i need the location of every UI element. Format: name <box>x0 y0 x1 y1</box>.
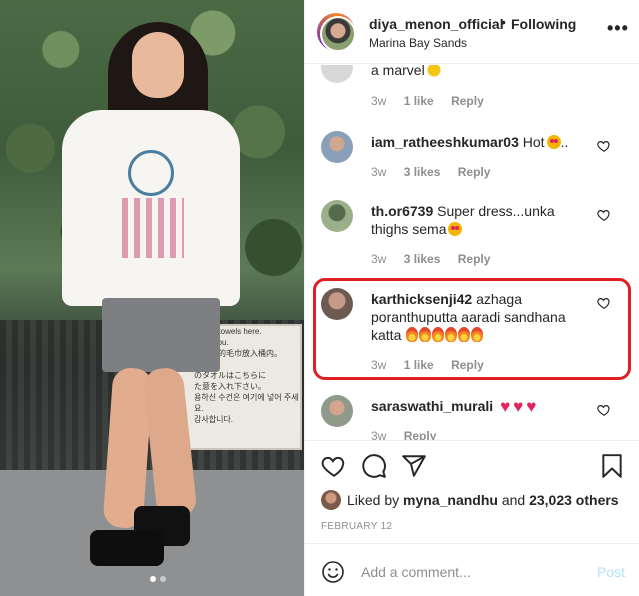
likes-summary: Liked by myna_nandhu and 23,023 others <box>321 490 619 510</box>
post-comment-button[interactable]: Post <box>597 564 625 580</box>
comment-trail: .. <box>560 134 569 150</box>
add-comment-bar: Post <box>305 543 639 596</box>
carousel-indicator <box>150 576 166 582</box>
like-heart-icon[interactable] <box>321 453 347 479</box>
like-count[interactable]: 23,023 others <box>529 492 619 508</box>
hot-face-emoji-icon <box>546 135 561 149</box>
comment-username[interactable]: iam_ratheeshkumar03 <box>371 134 519 150</box>
comment-like-count[interactable]: 1 like <box>404 94 434 108</box>
comment-text: th.or6739 Super dress...unka thighs sema <box>371 202 593 238</box>
comment-time[interactable]: 3w <box>371 429 386 440</box>
reply-button[interactable]: Reply <box>458 165 491 179</box>
reply-button[interactable]: Reply <box>458 252 491 266</box>
liked-by-suffix: and <box>501 492 526 508</box>
liker-avatar[interactable] <box>321 490 341 510</box>
comment-meta: 3w Reply <box>371 429 450 440</box>
instagram-post-view: r used towels here. hank you. 使用过的毛巾放入桶内… <box>0 0 639 596</box>
comment-time[interactable]: 3w <box>371 165 386 179</box>
avatar[interactable] <box>317 13 356 52</box>
comment-meta: 3w 3 likes Reply <box>371 165 504 179</box>
comment-username[interactable]: saraswathi_murali <box>371 398 493 414</box>
comment-text: a marvel <box>371 65 593 79</box>
following-button[interactable]: Following <box>511 16 576 32</box>
comment-like-count[interactable]: 3 likes <box>404 165 441 179</box>
red-heart-emoji-icon: ♥ <box>500 397 511 416</box>
highlight-box <box>313 278 631 380</box>
comment-avatar[interactable] <box>321 395 353 427</box>
share-send-icon[interactable] <box>401 453 427 479</box>
red-heart-emoji-icon: ♥ <box>526 397 537 416</box>
comment-avatar[interactable] <box>321 131 353 163</box>
separator-dot: • <box>501 14 506 30</box>
person-face <box>132 32 184 98</box>
reply-button[interactable]: Reply <box>451 94 484 108</box>
post-panel: diya_menon_official • Following Marina B… <box>304 0 639 596</box>
comment-bubble-icon[interactable] <box>361 453 387 479</box>
red-heart-emoji-icon: ♥ <box>513 397 524 416</box>
comment-body: Hot <box>522 134 545 150</box>
heart-icon[interactable] <box>597 403 611 417</box>
comment-text: saraswathi_murali ♥ ♥ ♥ <box>371 397 593 416</box>
sign-line: た意を入れ下さい。 <box>194 382 266 391</box>
person-shoe <box>90 530 164 566</box>
dreamcatcher-print <box>128 150 174 196</box>
emoji-smile-icon[interactable] <box>321 560 345 584</box>
post-photo[interactable]: r used towels here. hank you. 使用过的毛巾放入桶内… <box>0 0 304 596</box>
post-actions: Liked by myna_nandhu and 23,023 others F… <box>305 440 639 596</box>
carousel-dot <box>150 576 156 582</box>
more-options-icon[interactable]: ••• <box>607 18 629 39</box>
comment-meta: 3w 3 likes Reply <box>371 252 504 266</box>
comment-body: a marvel <box>371 65 425 78</box>
sign-line: 용하신 수건은 여기에 넣어 주세요. <box>194 393 299 413</box>
bookmark-icon[interactable] <box>599 453 625 479</box>
comment-time[interactable]: 3w <box>371 252 386 266</box>
post-location[interactable]: Marina Bay Sands <box>369 36 467 50</box>
person-shorts <box>102 298 220 372</box>
comment-username[interactable]: th.or6739 <box>371 203 433 219</box>
comment-text: iam_ratheeshkumar03 Hot.. <box>371 133 593 151</box>
post-username[interactable]: diya_menon_official <box>369 16 504 32</box>
add-comment-input[interactable] <box>361 560 581 584</box>
post-header: diya_menon_official • Following Marina B… <box>305 0 639 64</box>
star-emoji-icon <box>426 65 441 77</box>
carousel-dot <box>160 576 166 582</box>
liked-by-prefix: Liked by <box>347 492 400 508</box>
sign-line: 감사합니다. <box>194 415 234 424</box>
comment-like-count[interactable]: 3 likes <box>404 252 441 266</box>
reply-button[interactable]: Reply <box>404 429 437 440</box>
hot-face-emoji-icon <box>448 222 463 236</box>
post-date[interactable]: FEBRUARY 12 <box>321 521 392 532</box>
comment-meta: 3w 1 like Reply <box>371 94 498 108</box>
comment-time[interactable]: 3w <box>371 94 386 108</box>
feather-print <box>122 198 184 258</box>
heart-icon[interactable] <box>597 139 611 153</box>
heart-icon[interactable] <box>597 208 611 222</box>
comments-list[interactable]: a marvel 3w 1 like Reply iam_ratheeshkum… <box>305 65 639 440</box>
comment-avatar[interactable] <box>321 200 353 232</box>
comment-avatar[interactable] <box>321 65 353 83</box>
liked-by-user[interactable]: myna_nandhu <box>403 492 498 508</box>
